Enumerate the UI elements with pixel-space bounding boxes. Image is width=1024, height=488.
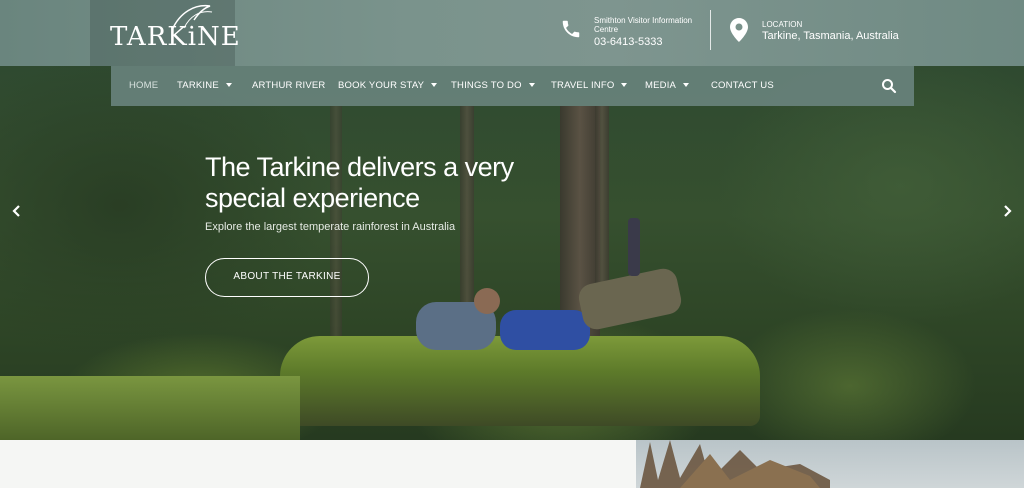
phone-contact[interactable]: Smithton Visitor Information Centre 03-6…	[560, 14, 710, 54]
tree-trunk	[330, 106, 342, 366]
hiker-head	[474, 288, 500, 314]
main-navigation: HOME TARKINE ARTHUR RIVER BOOK YOUR STAY…	[111, 66, 914, 106]
hiker-body	[500, 310, 590, 350]
hero-subtitle: Explore the largest temperate rainforest…	[205, 221, 456, 233]
nav-label: CONTACT US	[711, 80, 774, 91]
nav-item-tarkine[interactable]: TARKINE	[177, 80, 232, 91]
nav-label: THINGS TO DO	[451, 80, 522, 91]
location-pin-icon	[730, 18, 748, 42]
location-contact: LOCATION Tarkine, Tasmania, Australia	[730, 14, 930, 54]
distant-hiker	[628, 218, 640, 276]
phone-number[interactable]: 03-6413-5333	[594, 36, 663, 48]
nav-item-arthur-river[interactable]: ARTHUR RIVER	[252, 80, 325, 91]
chevron-left-icon[interactable]	[10, 204, 24, 218]
chevron-right-icon[interactable]	[1000, 204, 1014, 218]
chevron-down-icon	[431, 83, 438, 88]
header-divider	[710, 10, 711, 50]
site-header: TARKiNE Smithton Visitor Information Cen…	[0, 0, 1024, 66]
nav-label: TRAVEL INFO	[551, 80, 615, 91]
hero-title: The Tarkine delivers a very special expe…	[205, 152, 514, 213]
about-tarkine-button[interactable]: ABOUT THE TARKINE	[205, 258, 369, 297]
nav-label: BOOK YOUR STAY	[338, 80, 425, 91]
nav-label: MEDIA	[645, 80, 677, 91]
chevron-down-icon	[621, 83, 628, 88]
nav-item-things-to-do[interactable]: THINGS TO DO	[451, 80, 535, 91]
location-label: LOCATION	[762, 20, 803, 29]
chevron-down-icon	[225, 83, 232, 88]
nav-item-media[interactable]: MEDIA	[645, 80, 690, 91]
bird-wing-image	[640, 440, 830, 488]
hero-slider	[0, 66, 1024, 440]
nav-label: ARTHUR RIVER	[252, 80, 326, 91]
nav-item-home[interactable]: HOME	[129, 80, 158, 91]
logo-swirl-icon	[171, 4, 213, 31]
location-value: Tarkine, Tasmania, Australia	[762, 30, 899, 42]
nav-item-contact-us[interactable]: CONTACT US	[711, 80, 774, 91]
chevron-down-icon	[683, 83, 690, 88]
search-icon[interactable]	[881, 78, 897, 94]
nav-item-book-your-stay[interactable]: BOOK YOUR STAY	[338, 80, 438, 91]
phone-icon	[562, 20, 580, 38]
chevron-down-icon	[528, 83, 535, 88]
phone-label: Smithton Visitor Information Centre	[594, 16, 693, 34]
nav-item-travel-info[interactable]: TRAVEL INFO	[551, 80, 628, 91]
mossy-log-left	[0, 376, 300, 440]
nav-label: TARKINE	[177, 80, 219, 91]
nav-label: HOME	[129, 80, 159, 91]
